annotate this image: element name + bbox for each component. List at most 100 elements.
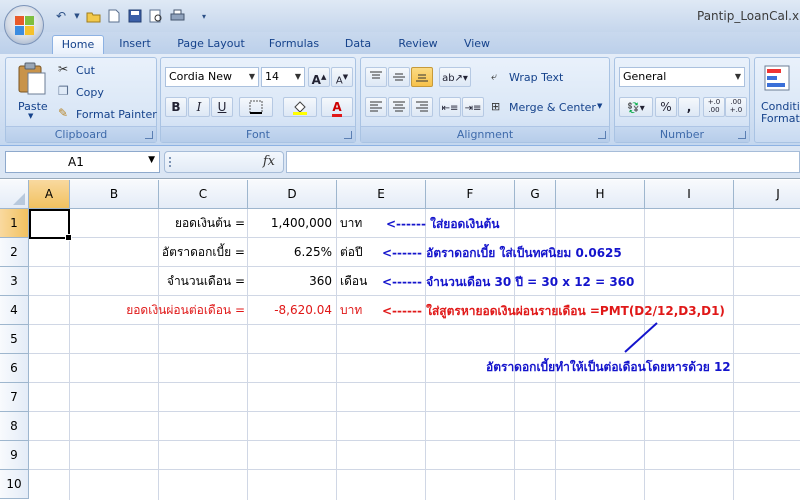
clipboard-launcher-icon[interactable] — [145, 131, 153, 139]
align-top-button[interactable] — [365, 67, 387, 87]
open-folder-icon[interactable] — [84, 7, 102, 25]
undo-icon[interactable]: ↶ — [52, 7, 70, 25]
shrink-font-label: A — [335, 75, 343, 87]
tab-data[interactable]: Data — [336, 35, 380, 54]
new-document-icon[interactable] — [105, 7, 123, 25]
grow-font-button[interactable]: A▲ — [308, 67, 330, 87]
styles-group: Conditi Formatt — [754, 57, 800, 143]
orientation-icon: ab↗▾ — [442, 73, 468, 84]
office-logo-icon — [15, 16, 35, 36]
paste-dropdown-icon: ▼ — [28, 112, 34, 120]
merge-center-button[interactable]: ⊞ Merge & Center ▼ — [491, 98, 609, 118]
borders-icon — [249, 100, 263, 114]
number-format-select[interactable]: General ▼ — [619, 67, 745, 87]
percent-style-button[interactable]: % — [655, 97, 677, 117]
font-size-select[interactable]: 14 ▼ — [261, 67, 305, 87]
customize-qat-icon[interactable]: ▾ — [195, 7, 213, 25]
alignment-group-label: Alignment — [361, 126, 609, 142]
scissors-icon: ✂ — [58, 62, 69, 76]
font-group-label: Font — [161, 126, 355, 142]
font-name-value: Cordia New — [169, 70, 233, 83]
orientation-button[interactable]: ab↗▾ — [439, 67, 471, 87]
number-launcher-icon[interactable] — [738, 131, 746, 139]
formula-bar-grip-icon[interactable] — [169, 157, 177, 167]
align-right-icon — [416, 101, 428, 112]
insert-function-button[interactable]: fx — [263, 154, 275, 169]
number-format-value: General — [623, 70, 667, 83]
align-center-button[interactable] — [388, 97, 410, 117]
decrease-indent-icon: ⇤≡ — [441, 103, 459, 114]
wrap-text-button[interactable]: ⤶ Wrap Text — [491, 68, 601, 88]
fill-color-button[interactable] — [283, 97, 317, 117]
copy-label: Copy — [76, 86, 104, 99]
decrease-decimal-button[interactable]: .00 +.0 — [725, 97, 747, 117]
italic-button[interactable]: I — [188, 97, 210, 117]
copy-button[interactable]: ❐ Copy — [56, 83, 152, 101]
merge-center-label: Merge & Center — [509, 101, 596, 114]
font-color-icon: A — [332, 101, 342, 117]
increase-decimal-button[interactable]: +.0 .00 — [703, 97, 725, 117]
align-right-button[interactable] — [411, 97, 433, 117]
quick-access-toolbar: ↶ ▼ ▾ — [52, 6, 213, 26]
name-box-value: A1 — [68, 155, 84, 169]
increase-indent-icon: ⇥≡ — [464, 103, 482, 114]
format-painter-button[interactable]: ✎ Format Painter — [56, 105, 157, 123]
name-box[interactable]: A1 ▼ — [5, 151, 160, 173]
align-bottom-icon — [416, 74, 428, 82]
alignment-group: ab↗▾ ⤶ Wrap Text ⇤≡ ⇥≡ ⊞ Merge & Center … — [360, 57, 610, 143]
tab-view[interactable]: View — [454, 35, 500, 54]
align-middle-icon — [393, 73, 405, 81]
paste-button[interactable]: Paste ▼ — [10, 60, 52, 124]
align-top-icon — [370, 71, 382, 79]
align-bottom-button[interactable] — [411, 67, 433, 87]
increase-indent-button[interactable]: ⇥≡ — [462, 97, 484, 117]
shrink-font-button[interactable]: A▼ — [331, 67, 353, 87]
tab-review[interactable]: Review — [390, 35, 446, 54]
bold-button[interactable]: B — [165, 97, 187, 117]
spreadsheet-grid: A B C D E F G H I J 1 2 3 4 5 6 7 8 9 10… — [0, 180, 800, 500]
decrease-indent-button[interactable]: ⇤≡ — [439, 97, 461, 117]
formatting-label: Formatt — [761, 112, 800, 125]
paste-icon — [18, 62, 46, 95]
office-button[interactable] — [4, 5, 44, 45]
clipboard-group-label: Clipboard — [6, 126, 156, 142]
save-icon[interactable] — [126, 7, 144, 25]
note-monthly-rate: อัตราดอกเบี้ยทำให้เป็นต่อเดือนโดยหารด้วย… — [486, 360, 731, 374]
chevron-down-icon: ▼ — [734, 72, 741, 81]
chevron-down-icon: ▼ — [248, 72, 255, 81]
formula-bar: A1 ▼ fx — [0, 146, 800, 179]
font-color-button[interactable]: A — [321, 97, 353, 117]
ribbon: Paste ▼ ✂ Cut ❐ Copy ✎ Format Painter Cl… — [0, 54, 800, 146]
grow-font-label: A — [311, 73, 321, 87]
print-icon[interactable] — [168, 7, 186, 25]
font-group: Cordia New ▼ 14 ▼ A▲ A▼ B I U A Font — [160, 57, 356, 143]
cut-label: Cut — [76, 64, 95, 77]
title-bar: ↶ ▼ ▾ Pantip_LoanCal.xlsx — [0, 0, 800, 32]
font-name-select[interactable]: Cordia New ▼ — [165, 67, 259, 87]
undo-dropdown-icon[interactable]: ▼ — [73, 7, 81, 25]
format-painter-icon: ✎ — [58, 106, 69, 120]
formula-input[interactable] — [286, 151, 800, 173]
tab-home[interactable]: Home — [52, 35, 104, 54]
comma-style-button[interactable]: , — [678, 97, 700, 117]
accounting-format-button[interactable]: 💱▾ — [619, 97, 653, 117]
borders-button[interactable] — [239, 97, 273, 117]
annotation-arrow-line — [624, 322, 658, 353]
insert-function-area: fx — [164, 151, 284, 173]
alignment-launcher-icon[interactable] — [598, 131, 606, 139]
print-preview-icon[interactable] — [147, 7, 165, 25]
conditional-formatting-button[interactable]: Conditi Formatt — [755, 60, 800, 126]
cut-button[interactable]: ✂ Cut — [56, 61, 152, 79]
chevron-down-icon: ▼ — [597, 102, 603, 110]
align-middle-button[interactable] — [388, 67, 410, 87]
tab-formulas[interactable]: Formulas — [262, 35, 326, 54]
fill-bucket-icon — [293, 101, 307, 115]
tab-insert[interactable]: Insert — [110, 35, 160, 54]
active-cell-a1[interactable] — [29, 209, 72, 241]
chevron-down-icon: ▼ — [294, 72, 301, 81]
align-left-button[interactable] — [365, 97, 387, 117]
underline-button[interactable]: U — [211, 97, 233, 117]
wrap-text-icon: ⤶ — [491, 70, 498, 83]
font-launcher-icon[interactable] — [344, 131, 352, 139]
tab-page-layout[interactable]: Page Layout — [170, 35, 252, 54]
